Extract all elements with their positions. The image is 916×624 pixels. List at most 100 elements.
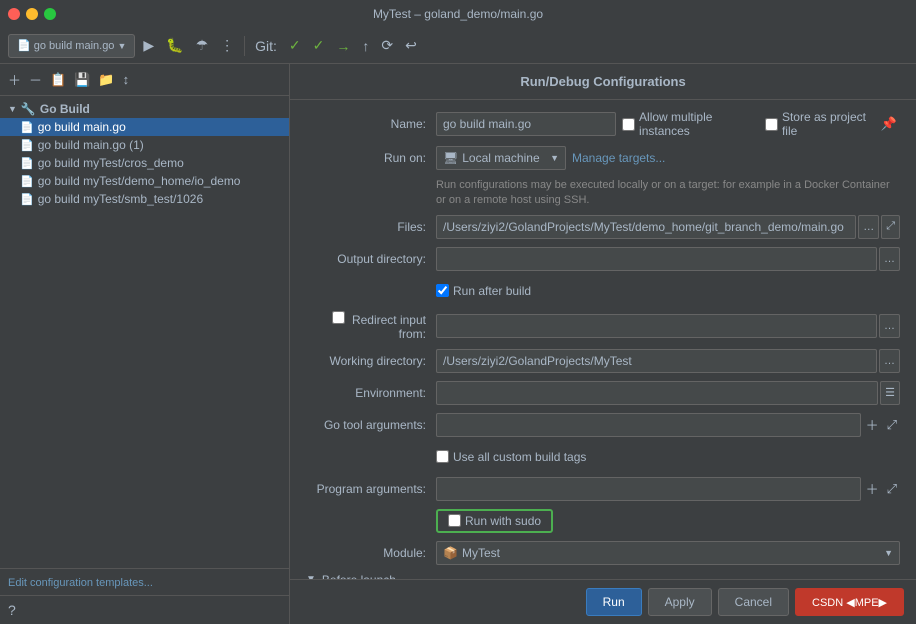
go-tool-args-expand-button[interactable]: ⤢ bbox=[884, 415, 900, 435]
module-dropdown[interactable]: 📦 MyTest ▼ bbox=[436, 541, 900, 565]
local-machine-icon: 🖥 bbox=[443, 151, 458, 165]
git-checkmark[interactable]: ✓ bbox=[285, 35, 305, 56]
go-build-group-icon: 🔧 bbox=[21, 102, 36, 116]
more-run-button[interactable]: ⋮ bbox=[216, 35, 238, 56]
run-button[interactable]: Run bbox=[586, 588, 642, 616]
module-row: Module: 📦 MyTest ▼ bbox=[306, 541, 900, 565]
run-after-build-checkbox[interactable] bbox=[436, 284, 449, 297]
run-button[interactable]: ▶ bbox=[139, 35, 158, 56]
window-title: MyTest – goland_demo/main.go bbox=[373, 7, 543, 21]
name-label: Name: bbox=[306, 117, 436, 131]
environment-input[interactable] bbox=[436, 381, 878, 405]
sidebar-group-go-build[interactable]: ▼ 🔧 Go Build bbox=[0, 100, 289, 118]
environment-browse-button[interactable]: ☰ bbox=[880, 381, 900, 405]
chevron-down-icon: ▼ bbox=[884, 548, 893, 558]
git-undo[interactable]: ↩ bbox=[401, 35, 421, 56]
output-dir-input[interactable] bbox=[436, 247, 877, 271]
folder-config-button[interactable]: 📁 bbox=[96, 70, 116, 90]
allow-multiple-checkbox[interactable] bbox=[622, 118, 635, 131]
go-tool-args-input[interactable] bbox=[436, 413, 861, 437]
sidebar-item-0[interactable]: 📄 go build main.go bbox=[0, 118, 289, 136]
remove-config-button[interactable]: － bbox=[27, 68, 44, 91]
store-project-checkbox[interactable] bbox=[765, 118, 778, 131]
program-args-expand-button[interactable]: ⤢ bbox=[884, 479, 900, 499]
config-tree: ▼ 🔧 Go Build 📄 go build main.go 📄 go bui… bbox=[0, 96, 289, 568]
dialog-title: Run/Debug Configurations bbox=[290, 64, 916, 100]
go-tool-args-label: Go tool arguments: bbox=[306, 418, 436, 432]
close-button[interactable] bbox=[8, 8, 20, 20]
name-row: Name: Allow multiple instances Store as … bbox=[306, 110, 900, 138]
program-args-control: ＋ ⤢ bbox=[436, 477, 900, 501]
minimize-button[interactable] bbox=[26, 8, 38, 20]
debug-button[interactable]: 🐛 bbox=[162, 35, 187, 56]
name-control: Allow multiple instances Store as projec… bbox=[436, 110, 900, 138]
redirect-input-label[interactable]: Redirect input from: bbox=[306, 311, 436, 341]
separator-1 bbox=[244, 36, 245, 56]
cancel-button[interactable]: Cancel bbox=[718, 588, 789, 616]
output-dir-row: Output directory: … bbox=[306, 247, 900, 271]
go-tool-args-control: ＋ ⤢ bbox=[436, 413, 900, 437]
files-browse-button[interactable]: … bbox=[858, 215, 879, 239]
run-on-dropdown[interactable]: 🖥 Local machine ▼ bbox=[436, 146, 566, 170]
apply-button[interactable]: Apply bbox=[648, 588, 712, 616]
help-button[interactable]: ? bbox=[0, 595, 289, 624]
program-args-add-button[interactable]: ＋ bbox=[863, 477, 882, 500]
chevron-down-icon: ▼ bbox=[117, 41, 126, 51]
run-with-sudo-container: Run with sudo bbox=[436, 509, 900, 533]
git-history[interactable]: ⟳ bbox=[377, 35, 397, 56]
config-selector[interactable]: 📄 go build main.go ▼ bbox=[8, 34, 135, 58]
program-args-label: Program arguments: bbox=[306, 482, 436, 496]
run-with-sudo-box[interactable]: Run with sudo bbox=[436, 509, 553, 533]
pin-button[interactable]: 📌 bbox=[878, 114, 900, 134]
output-dir-browse-button[interactable]: … bbox=[879, 247, 900, 271]
custom-build-tags-checkbox[interactable] bbox=[436, 450, 449, 463]
add-config-button[interactable]: ＋ bbox=[6, 68, 23, 91]
working-dir-browse-button[interactable]: … bbox=[879, 349, 900, 373]
sidebar-toolbar: ＋ － 📋 💾 📁 ↕ bbox=[0, 64, 289, 96]
sidebar-item-2[interactable]: 📄 go build myTest/cros_demo bbox=[0, 154, 289, 172]
sidebar: ＋ － 📋 💾 📁 ↕ ▼ 🔧 Go Build 📄 go build main… bbox=[0, 64, 290, 624]
working-dir-row: Working directory: … bbox=[306, 349, 900, 373]
name-input[interactable] bbox=[436, 112, 616, 136]
custom-build-tags-row: Use all custom build tags bbox=[436, 445, 900, 469]
output-dir-label: Output directory: bbox=[306, 252, 436, 266]
file-icon: 📄 bbox=[20, 175, 34, 188]
main-content: ＋ － 📋 💾 📁 ↕ ▼ 🔧 Go Build 📄 go build main… bbox=[0, 64, 916, 624]
allow-multiple-label[interactable]: Allow multiple instances bbox=[622, 110, 751, 138]
module-label: Module: bbox=[306, 546, 436, 560]
dialog-footer: Run Apply Cancel CSDN ◀MPE▶ bbox=[290, 579, 916, 624]
sidebar-item-1[interactable]: 📄 go build main.go (1) bbox=[0, 136, 289, 154]
files-input[interactable] bbox=[436, 215, 856, 239]
redirect-input-field[interactable] bbox=[436, 314, 877, 338]
edit-templates-link[interactable]: Edit configuration templates... bbox=[8, 577, 153, 589]
git-revert[interactable]: ↑ bbox=[358, 36, 373, 56]
manage-targets-link[interactable]: Manage targets... bbox=[572, 151, 665, 165]
sidebar-item-3[interactable]: 📄 go build myTest/demo_home/io_demo bbox=[0, 172, 289, 190]
files-expand-button[interactable]: ⤢ bbox=[881, 215, 900, 239]
git-update[interactable]: ✓ bbox=[309, 35, 329, 56]
coverage-button[interactable]: ☂ bbox=[192, 35, 213, 56]
csdn-button[interactable]: CSDN ◀MPE▶ bbox=[795, 588, 904, 616]
custom-build-tags-label[interactable]: Use all custom build tags bbox=[436, 450, 586, 464]
redirect-input-control: … bbox=[436, 314, 900, 338]
copy-config-button[interactable]: 📋 bbox=[48, 70, 68, 90]
store-project-label[interactable]: Store as project file bbox=[765, 110, 872, 138]
sort-config-button[interactable]: ↕ bbox=[121, 70, 132, 89]
files-label: Files: bbox=[306, 220, 436, 234]
save-config-button[interactable]: 💾 bbox=[72, 70, 92, 90]
working-dir-input[interactable] bbox=[436, 349, 877, 373]
maximize-button[interactable] bbox=[44, 8, 56, 20]
dialog-body: Name: Allow multiple instances Store as … bbox=[290, 100, 916, 579]
file-icon: 📄 bbox=[20, 139, 34, 152]
run-with-sudo-checkbox[interactable] bbox=[448, 514, 461, 527]
sidebar-item-4[interactable]: 📄 go build myTest/smb_test/1026 bbox=[0, 190, 289, 208]
file-icon: 📄 bbox=[20, 157, 34, 170]
program-args-input[interactable] bbox=[436, 477, 861, 501]
run-after-build-label[interactable]: Run after build bbox=[436, 284, 531, 298]
go-tool-args-add-button[interactable]: ＋ bbox=[863, 413, 882, 436]
git-push[interactable]: → bbox=[332, 36, 354, 56]
redirect-input-checkbox[interactable] bbox=[332, 311, 345, 324]
environment-label: Environment: bbox=[306, 386, 436, 400]
run-on-label: Run on: bbox=[306, 151, 436, 165]
redirect-browse-button[interactable]: … bbox=[879, 314, 900, 338]
